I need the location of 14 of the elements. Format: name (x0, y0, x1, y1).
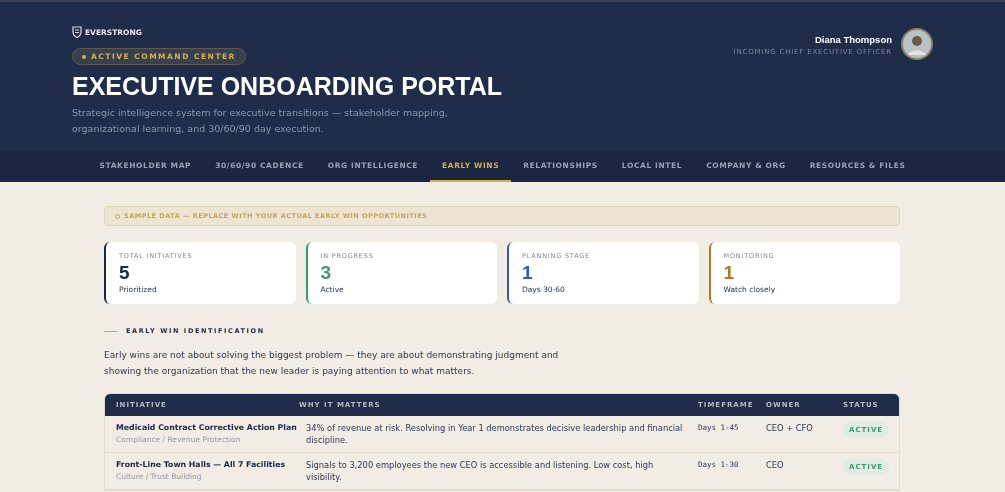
table-cell-text: CEO + CFO (766, 422, 814, 435)
table-cell-text: Signals to 3,200 employees the new CEO is accessible and listening. Low cost, high visibility. (306, 459, 655, 483)
page-title: EXECUTIVE ONBOARDING PORTAL (72, 72, 503, 101)
section-intro: Early wins are not about solving the biggest problem — they are about demonstrating judgment and showing the organization that the new leader is paying attention to what matters. (104, 349, 560, 378)
stat-value: 5 (119, 262, 131, 283)
shield-logo-icon (72, 26, 82, 38)
user-name: Diana Thompson (814, 34, 892, 45)
table-cell-text: CEO (766, 459, 785, 472)
stat-value: 1 (522, 262, 534, 283)
page-subtitle: Strategic intelligence system for executive transitions — stakeholder mapping, organizational learning, and 30/60/90 day execution. (72, 106, 449, 136)
avatar-silhouette-icon (901, 28, 933, 60)
table-cell-text: 34% of revenue at risk. Resolving in Year 1 demonstrates decisive leadership and financial discipline. (306, 422, 684, 446)
stat-value: 3 (320, 262, 333, 283)
stat-value: 1 (723, 262, 736, 283)
